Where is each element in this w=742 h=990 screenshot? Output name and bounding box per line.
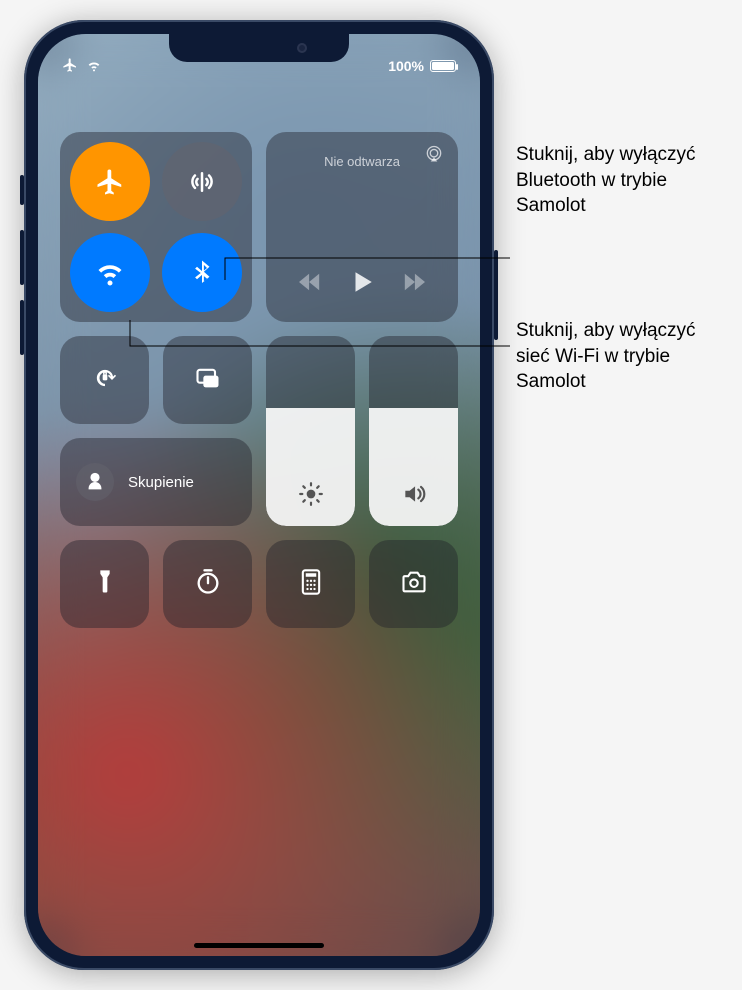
orientation-lock-toggle[interactable] [60,336,149,424]
play-button[interactable] [349,269,375,300]
screen-mirroring-button[interactable] [163,336,252,424]
wifi-toggle[interactable] [70,233,150,312]
orientation-lock-icon [91,364,119,397]
cellular-data-toggle[interactable] [162,142,242,221]
focus-icon [76,463,114,501]
airplane-icon [95,167,125,197]
notch [169,34,349,62]
wifi-icon [95,258,125,288]
brightness-icon [298,481,324,512]
callout-bluetooth: Stuknij, aby wyłączyć Bluetooth w trybie… [516,142,726,219]
phone-frame: 100% [24,20,494,970]
cellular-icon [187,167,217,197]
volume-icon [401,481,427,512]
camera-icon [400,568,428,601]
next-track-button[interactable] [403,273,425,296]
airplane-mode-toggle[interactable] [70,142,150,221]
now-playing-tile[interactable]: Nie odtwarza [266,132,458,322]
side-button [494,250,498,340]
callout-wifi: Stuknij, aby wyłączyć sieć Wi-Fi w trybi… [516,318,726,395]
previous-track-button[interactable] [299,273,321,296]
now-playing-label: Nie odtwarza [324,154,400,169]
control-center: Nie odtwarza [38,82,480,628]
focus-label: Skupienie [128,474,194,491]
screen: 100% [38,34,480,956]
flashlight-icon [91,568,119,601]
status-airplane-icon [62,57,78,76]
bluetooth-icon [187,258,217,288]
status-battery-icon [430,60,456,72]
calculator-icon [297,568,325,601]
mute-switch [20,175,24,205]
camera-button[interactable] [369,540,458,628]
brightness-slider[interactable] [266,336,355,526]
connectivity-group [60,132,252,322]
focus-button[interactable]: Skupienie [60,438,252,526]
bluetooth-toggle[interactable] [162,233,242,312]
volume-down-button [20,300,24,355]
status-wifi-icon [86,57,102,76]
volume-slider[interactable] [369,336,458,526]
calculator-button[interactable] [266,540,355,628]
screen-mirroring-icon [194,364,222,397]
status-battery-pct: 100% [388,58,424,74]
timer-button[interactable] [163,540,252,628]
airplay-icon[interactable] [424,144,444,169]
home-indicator[interactable] [194,943,324,948]
timer-icon [194,568,222,601]
flashlight-button[interactable] [60,540,149,628]
volume-up-button [20,230,24,285]
